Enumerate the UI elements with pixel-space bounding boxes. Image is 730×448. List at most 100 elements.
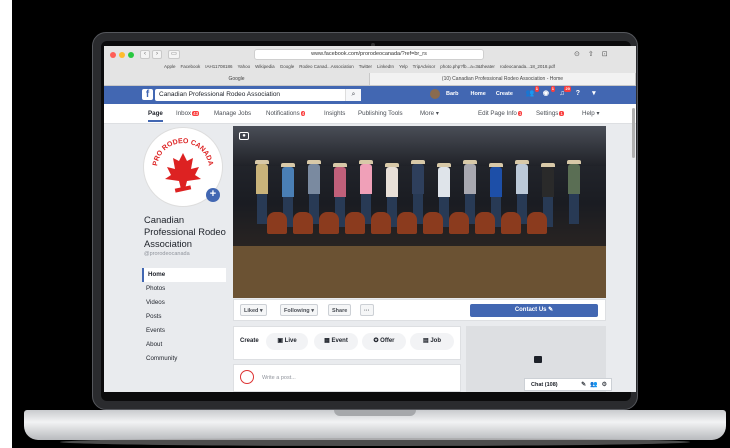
bookmark-item[interactable]: Facebook bbox=[181, 62, 201, 71]
user-name-link[interactable]: Barb bbox=[446, 91, 459, 97]
trophy-saddle bbox=[449, 212, 469, 234]
sidebar-item-videos[interactable]: Videos bbox=[142, 296, 226, 310]
tab-notifications[interactable]: Notifications 4 bbox=[266, 110, 306, 117]
notifications-badge: 20 bbox=[564, 86, 571, 92]
edit-page-info-link[interactable]: Edit Page Info 1 bbox=[478, 110, 523, 117]
cowboy-figure bbox=[567, 160, 581, 224]
sidebar-item-events[interactable]: Events bbox=[142, 324, 226, 338]
job-button[interactable]: ▤ Job bbox=[410, 333, 454, 350]
minimize-window-button[interactable] bbox=[119, 52, 125, 58]
browser-toolbar-icons: ⊙ ⇧ ⊡ bbox=[574, 50, 608, 58]
bookmark-item[interactable]: Yahoo bbox=[237, 62, 250, 71]
facebook-logo-icon[interactable]: f bbox=[142, 89, 153, 100]
close-window-button[interactable] bbox=[110, 52, 116, 58]
trophy-saddle bbox=[423, 212, 443, 234]
account-menu-icon[interactable]: ▾ bbox=[589, 89, 599, 99]
friend-requests-icon[interactable]: 👥 1 bbox=[525, 86, 539, 99]
trophy-saddle bbox=[319, 212, 339, 234]
compose-icon[interactable]: ✎ bbox=[581, 379, 586, 391]
offer-button[interactable]: ✪ Offer bbox=[362, 333, 406, 350]
address-bar[interactable]: www.facebook.com/prorodeocanada/?ref=br_… bbox=[254, 49, 484, 60]
sidebar-item-photos[interactable]: Photos bbox=[142, 282, 226, 296]
back-button[interactable]: ‹ bbox=[140, 50, 150, 59]
friends-badge: 1 bbox=[534, 86, 539, 92]
top-bar-right: Barb Home Create 👥 1 ◉ 1 ♫ 20 ? ▾ bbox=[430, 86, 599, 99]
bookmark-item[interactable]: Wikipedia bbox=[255, 62, 275, 71]
tab-inbox-label: Inbox bbox=[176, 110, 192, 117]
share-icon[interactable]: ⇧ bbox=[588, 50, 594, 58]
search-input[interactable]: Canadian Professional Rodeo Association … bbox=[155, 89, 361, 101]
bookmark-item[interactable]: photo.php?fb...a=3&theater bbox=[440, 62, 495, 71]
tab-manage-jobs[interactable]: Manage Jobs bbox=[214, 110, 251, 117]
page-left-nav: Home Photos Videos Posts Events About Communit… bbox=[142, 268, 226, 366]
tab-insights-label: Insights bbox=[324, 110, 346, 117]
message-icon[interactable] bbox=[534, 356, 542, 363]
live-button[interactable]: ▣ Live bbox=[266, 333, 308, 350]
settings-link[interactable]: Settings 1 bbox=[536, 110, 564, 117]
write-post-box[interactable]: Write a post... bbox=[233, 364, 461, 392]
laptop-shadow bbox=[60, 438, 690, 446]
tab-page[interactable]: Page bbox=[148, 110, 163, 122]
tab-publishing-tools[interactable]: Publishing Tools bbox=[358, 110, 403, 117]
chat-controls: ✎ 👥 ⚙ bbox=[581, 379, 607, 391]
more-options-button[interactable]: ··· bbox=[360, 304, 374, 316]
tab-strip: Google (10) Canadian Professional Rodeo A… bbox=[104, 73, 636, 85]
messenger-icon[interactable]: ◉ 1 bbox=[541, 86, 555, 99]
page-admin-nav: Page Inbox 43 Manage Jobs Notifications 4 … bbox=[104, 104, 636, 124]
help-icon[interactable]: ? bbox=[573, 89, 583, 99]
event-button[interactable]: ▦ Event bbox=[314, 333, 358, 350]
maximize-window-button[interactable] bbox=[128, 52, 134, 58]
liked-button[interactable]: Liked ▾ bbox=[240, 304, 267, 316]
page-scrollbar[interactable] bbox=[632, 108, 635, 158]
browser-chrome: ‹ › ▭ www.facebook.com/prorodeocanada/?r… bbox=[104, 46, 636, 86]
tab-insights[interactable]: Insights bbox=[324, 110, 345, 117]
forward-button[interactable]: › bbox=[152, 50, 162, 59]
home-link[interactable]: Home bbox=[471, 91, 486, 97]
camera-icon[interactable]: ● bbox=[239, 132, 249, 140]
bookmark-item[interactable]: TripAdvisor bbox=[413, 62, 436, 71]
new-tab-icon[interactable]: ⊡ bbox=[602, 50, 608, 58]
trophy-saddle bbox=[371, 212, 391, 234]
chat-settings-icon[interactable]: ⚙ bbox=[602, 379, 607, 391]
contact-us-button[interactable]: Contact Us ✎ bbox=[470, 304, 598, 317]
bookmark-item[interactable]: Google bbox=[280, 62, 295, 71]
tab-inbox[interactable]: Inbox 43 bbox=[176, 110, 200, 117]
create-link[interactable]: Create bbox=[496, 91, 513, 97]
bookmarks-bar: Apple Facebook IAH11708186 Yahoo Wikipedia Go… bbox=[104, 62, 636, 71]
browser-tab[interactable]: Google bbox=[104, 73, 370, 85]
notifications-icon[interactable]: ♫ 20 bbox=[557, 86, 571, 99]
sidebar-toggle-button[interactable]: ▭ bbox=[168, 50, 180, 59]
sidebar-item-community[interactable]: Community bbox=[142, 352, 226, 366]
bookmark-item[interactable]: Apple bbox=[164, 62, 176, 71]
page-title: Canadian Professional Rodeo Association bbox=[144, 214, 226, 249]
group-icon[interactable]: 👥 bbox=[590, 379, 597, 391]
chat-bar[interactable]: Chat (108) ✎ 👥 ⚙ bbox=[524, 378, 612, 391]
browser-tab[interactable]: (10) Canadian Professional Rodeo Associa… bbox=[370, 73, 636, 85]
bookmark-item[interactable]: IAH11708186 bbox=[205, 62, 232, 71]
search-value: Canadian Professional Rodeo Association bbox=[159, 91, 281, 98]
page-handle[interactable]: @prorodeocanada bbox=[144, 251, 190, 257]
post-placeholder[interactable]: Write a post... bbox=[262, 375, 296, 381]
sidebar-item-posts[interactable]: Posts bbox=[142, 310, 226, 324]
following-button[interactable]: Following ▾ bbox=[280, 304, 318, 316]
tab-more[interactable]: More ▾ bbox=[420, 110, 439, 117]
search-icon[interactable]: ⌕ bbox=[345, 89, 361, 101]
product-photo: ‹ › ▭ www.facebook.com/prorodeocanada/?r… bbox=[0, 0, 730, 448]
help-link[interactable]: Help ▾ bbox=[582, 110, 600, 117]
cover-photo[interactable]: ● bbox=[233, 126, 606, 298]
trophy-saddle bbox=[501, 212, 521, 234]
bookmark-item[interactable]: LinkedIn bbox=[377, 62, 394, 71]
add-photo-button[interactable]: + bbox=[206, 188, 220, 202]
sidebar-item-about[interactable]: About bbox=[142, 338, 226, 352]
share-button[interactable]: Share bbox=[328, 304, 352, 316]
laptop-base bbox=[24, 410, 726, 440]
bookmark-item[interactable]: rodeocanada...18_2018.pdf bbox=[500, 62, 555, 71]
bookmark-item[interactable]: Rodeo Canad...Association bbox=[299, 62, 354, 71]
edit-page-info-label: Edit Page Info bbox=[478, 110, 517, 117]
job-label: Job bbox=[430, 338, 441, 344]
sidebar-item-home[interactable]: Home bbox=[142, 268, 226, 282]
user-avatar[interactable] bbox=[430, 89, 440, 99]
bookmark-item[interactable]: Twitter bbox=[359, 62, 372, 71]
bookmark-item[interactable]: Yelp bbox=[399, 62, 408, 71]
downloads-icon[interactable]: ⊙ bbox=[574, 50, 580, 58]
